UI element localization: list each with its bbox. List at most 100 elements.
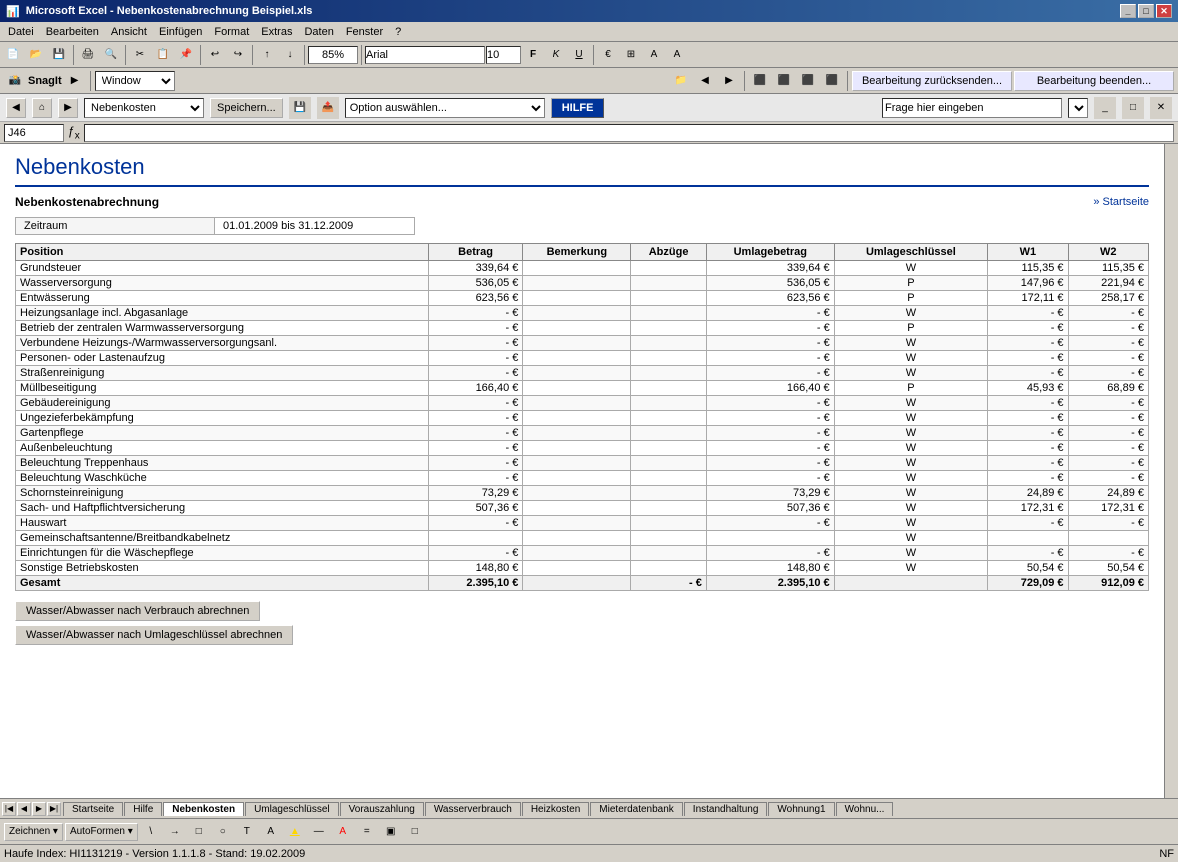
window-select[interactable]: Window [95, 71, 175, 91]
ws-save-icon2[interactable]: 📤 [317, 97, 339, 119]
help-restore[interactable]: □ [1122, 97, 1144, 119]
draw-shadow[interactable]: ▣ [380, 821, 402, 843]
ws-nav-fwd[interactable]: ▶ [58, 98, 78, 118]
draw-oval[interactable]: ○ [212, 821, 234, 843]
preview-button[interactable]: 🔍 [100, 44, 122, 66]
option-select[interactable]: Option auswählen... [345, 98, 545, 118]
action-btn-1[interactable]: Wasser/Abwasser nach Verbrauch abrechnen [15, 601, 260, 621]
vertical-scrollbar[interactable] [1164, 144, 1178, 798]
cut-button[interactable]: ✂ [129, 44, 151, 66]
draw-rect[interactable]: □ [188, 821, 210, 843]
draw-line[interactable]: \ [140, 821, 162, 843]
sheet-tab-heizkosten[interactable]: Heizkosten [522, 802, 589, 816]
sheet-tab-wasserverbrauch[interactable]: Wasserverbrauch [425, 802, 521, 816]
zoom-input[interactable] [308, 46, 358, 64]
draw-zeichnen[interactable]: Zeichnen ▾ [4, 823, 63, 841]
menu-daten[interactable]: Daten [298, 25, 339, 39]
menu-extras[interactable]: Extras [255, 25, 298, 39]
close-button[interactable]: ✕ [1156, 4, 1172, 18]
snagit-icon[interactable]: 📸 [4, 70, 26, 92]
menu-datei[interactable]: Datei [2, 25, 40, 39]
edit-send-button[interactable]: Bearbeitung zurücksenden... [852, 71, 1012, 91]
nav-btn2[interactable]: ◀ [694, 70, 716, 92]
sheet-tab-nebenkosten[interactable]: Nebenkosten [163, 802, 244, 816]
snagit-action2[interactable]: ⬛ [773, 70, 795, 92]
draw-textbox[interactable]: T [236, 821, 258, 843]
sheet-tab-wohnu---[interactable]: Wohnu... [836, 802, 894, 816]
table-cell: W [834, 441, 987, 456]
undo-button[interactable]: ↩ [204, 44, 226, 66]
draw-equal[interactable]: = [356, 821, 378, 843]
draw-wordart[interactable]: A [260, 821, 282, 843]
action-btn-2[interactable]: Wasser/Abwasser nach Umlageschlüssel abr… [15, 625, 293, 645]
font-name-input[interactable] [365, 46, 485, 64]
draw-linecolor[interactable]: — [308, 821, 330, 843]
ws-nav-back[interactable]: ◀ [6, 98, 26, 118]
menu-bearbeiten[interactable]: Bearbeiten [40, 25, 105, 39]
help-search-select[interactable] [1068, 98, 1088, 118]
sheet-tab-mieterdatenbank[interactable]: Mieterdatenbank [590, 802, 683, 816]
border-button[interactable]: ⊞ [620, 44, 642, 66]
currency-button[interactable]: € [597, 44, 619, 66]
draw-autoformen[interactable]: AutoFormen ▾ [65, 823, 138, 841]
nav-btn3[interactable]: ▶ [718, 70, 740, 92]
underline-button[interactable]: U [568, 44, 590, 66]
sheet-tab-wohnung1[interactable]: Wohnung1 [768, 802, 834, 816]
font-size-input[interactable] [486, 46, 521, 64]
edit-end-button[interactable]: Bearbeitung beenden... [1014, 71, 1174, 91]
sheet-tab-umlageschl-ssel[interactable]: Umlageschlüssel [245, 802, 339, 816]
draw-arrow[interactable]: → [164, 821, 186, 843]
table-cell: W [834, 426, 987, 441]
font-color-button[interactable]: A [666, 44, 688, 66]
formula-input[interactable] [84, 124, 1174, 142]
redo-button[interactable]: ↪ [227, 44, 249, 66]
menu-format[interactable]: Format [208, 25, 255, 39]
startseite-link[interactable]: » Startseite [1093, 196, 1149, 208]
help-minimize[interactable]: _ [1094, 97, 1116, 119]
status-bar: Haufe Index: HI1131219 - Version 1.1.1.8… [0, 844, 1178, 862]
ws-save-icon[interactable]: 💾 [289, 97, 311, 119]
tab-nav-last[interactable]: ▶| [47, 802, 61, 816]
open-button[interactable]: 📂 [25, 44, 47, 66]
sort-asc-button[interactable]: ↑ [256, 44, 278, 66]
help-search-input[interactable] [882, 98, 1062, 118]
snagit-extra-btn[interactable]: ▶ [64, 70, 86, 92]
help-close[interactable]: ✕ [1150, 97, 1172, 119]
italic-button[interactable]: K [545, 44, 567, 66]
sheet-tab-hilfe[interactable]: Hilfe [124, 802, 162, 816]
snagit-action3[interactable]: ⬛ [797, 70, 819, 92]
menu-einfuegen[interactable]: Einfügen [153, 25, 208, 39]
copy-button[interactable]: 📋 [152, 44, 174, 66]
tab-nav-prev[interactable]: ◀ [17, 802, 31, 816]
new-button[interactable]: 📄 [2, 44, 24, 66]
draw-3d[interactable]: □ [404, 821, 426, 843]
tab-nav-next[interactable]: ▶ [32, 802, 46, 816]
paste-button[interactable]: 📌 [175, 44, 197, 66]
sheet-tab-startseite[interactable]: Startseite [63, 802, 123, 816]
folder-nav-btn[interactable]: 📁 [670, 70, 692, 92]
fill-color-button[interactable]: A [643, 44, 665, 66]
sort-desc-button[interactable]: ↓ [279, 44, 301, 66]
draw-fillcolor[interactable]: ▲ [284, 821, 306, 843]
print-button[interactable]: 🖨 [77, 44, 99, 66]
ws-save-button[interactable]: Speichern... [210, 98, 283, 118]
menu-help[interactable]: ? [389, 25, 407, 39]
save-button[interactable]: 💾 [48, 44, 70, 66]
sheet-name-select[interactable]: Nebenkosten [84, 98, 204, 118]
menu-fenster[interactable]: Fenster [340, 25, 389, 39]
snagit-label: SnagIt [28, 75, 62, 87]
table-cell: - € [428, 396, 523, 411]
snagit-action4[interactable]: ⬛ [821, 70, 843, 92]
bold-button[interactable]: F [522, 44, 544, 66]
sheet-tab-vorauszahlung[interactable]: Vorauszahlung [340, 802, 424, 816]
ws-nav-home[interactable]: ⌂ [32, 98, 52, 118]
hilfe-button[interactable]: HILFE [551, 98, 605, 118]
sheet-tab-instandhaltung[interactable]: Instandhaltung [684, 802, 768, 816]
snagit-action1[interactable]: ⬛ [749, 70, 771, 92]
tab-nav-first[interactable]: |◀ [2, 802, 16, 816]
draw-fontcolor[interactable]: A [332, 821, 354, 843]
minimize-button[interactable]: _ [1120, 4, 1136, 18]
name-box[interactable] [4, 124, 64, 142]
maximize-button[interactable]: □ [1138, 4, 1154, 18]
menu-ansicht[interactable]: Ansicht [105, 25, 153, 39]
